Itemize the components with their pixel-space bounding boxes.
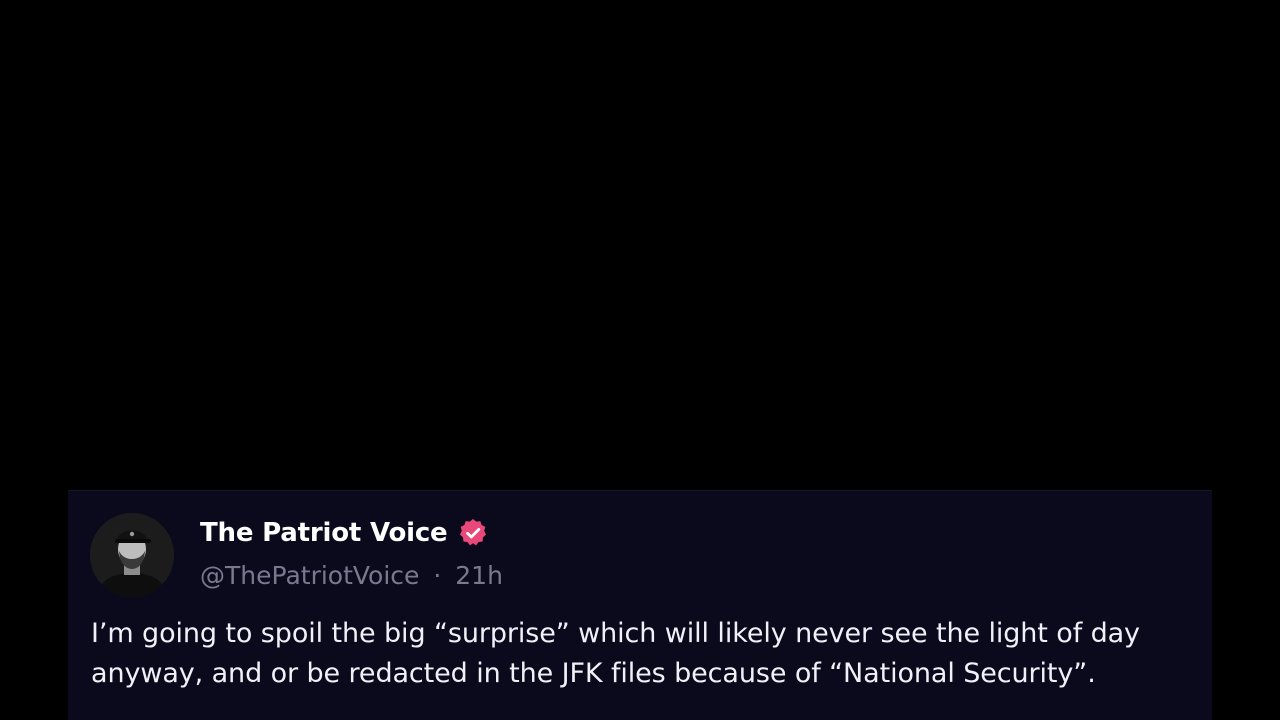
post-meta: @ThePatriotVoice · 21h — [200, 561, 503, 590]
handle[interactable]: @ThePatriotVoice — [200, 561, 419, 590]
timestamp[interactable]: 21h — [455, 561, 503, 590]
avatar[interactable] — [90, 513, 174, 597]
display-name[interactable]: The Patriot Voice — [200, 518, 448, 548]
author-row: The Patriot Voice — [200, 515, 489, 551]
avatar-photo — [90, 513, 174, 597]
video-frame: The Patriot Voice @ThePatriotVoice · 21h… — [0, 0, 1280, 720]
verified-badge-icon — [457, 517, 489, 549]
post-text: I’m going to spoil the big “surprise” wh… — [91, 618, 1140, 689]
meta-separator: · — [433, 561, 442, 590]
post-card: The Patriot Voice @ThePatriotVoice · 21h… — [68, 490, 1212, 720]
